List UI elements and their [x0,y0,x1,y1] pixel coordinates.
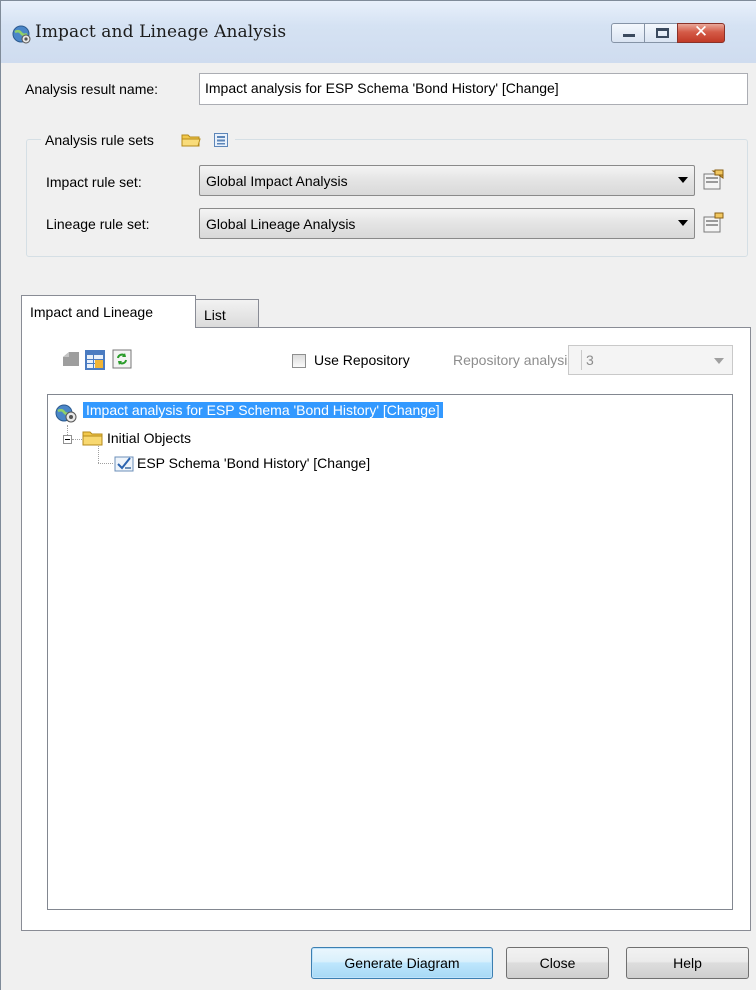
collapse-toggle[interactable] [63,435,72,444]
result-name-label: Analysis result name: [25,81,159,97]
tree-line [98,446,99,463]
rule-set-list-icon[interactable] [213,132,229,148]
close-button[interactable]: Close [506,947,609,979]
analysis-globe-icon [55,404,77,423]
impact-rule-set-value: Global Impact Analysis [206,173,348,189]
tab-list[interactable]: List [195,299,259,327]
folder-icon [82,431,103,446]
generate-diagram-button[interactable]: Generate Diagram [311,947,493,979]
chevron-down-icon [678,177,688,183]
rule-sets-legend: Analysis rule sets [41,129,235,151]
tree-item-node[interactable]: ESP Schema 'Bond History' [Change] [137,452,370,474]
tree-line [98,463,113,464]
dialog-window: Impact and Lineage Analysis ✕ Analysis r… [0,0,756,990]
rule-sets-group [26,139,748,257]
tree-root-label: Impact analysis for ESP Schema 'Bond His… [83,402,443,418]
maximize-button[interactable] [644,23,678,43]
use-repository-label: Use Repository [314,352,410,368]
rule-sets-label: Analysis rule sets [45,132,154,148]
close-window-button[interactable]: ✕ [677,22,725,43]
tree-line [72,439,82,440]
refresh-icon[interactable] [112,349,132,369]
result-name-input[interactable]: Impact analysis for ESP Schema 'Bond His… [199,73,748,105]
export-icon[interactable] [61,349,81,369]
repository-analysis-level-value: 3 [586,352,594,368]
repository-analysis-level-select[interactable]: 3 [568,345,733,375]
chevron-down-icon [714,358,724,364]
tree-root-node[interactable]: Impact analysis for ESP Schema 'Bond His… [83,399,443,421]
lineage-rule-set-value: Global Lineage Analysis [206,216,356,232]
generate-list-icon[interactable] [84,349,106,371]
impact-rule-set-select[interactable]: Global Impact Analysis [199,165,695,196]
impact-properties-icon[interactable] [701,168,727,192]
maximize-icon [656,28,669,38]
help-button[interactable]: Help [626,947,749,979]
use-repository-checkbox[interactable] [292,354,306,368]
chevron-down-icon [678,220,688,226]
minimize-button[interactable] [611,23,645,43]
spin-separator [581,350,582,370]
tab-impact-and-lineage[interactable]: Impact and Lineage [21,295,196,328]
minimize-icon [623,34,635,37]
lineage-rule-set-label: Lineage rule set: [46,216,150,232]
window-title: Impact and Lineage Analysis [35,22,287,42]
title-bar[interactable]: Impact and Lineage Analysis ✕ [1,1,756,63]
lineage-rule-set-select[interactable]: Global Lineage Analysis [199,208,695,239]
lineage-properties-icon[interactable] [701,211,727,235]
impact-rule-set-label: Impact rule set: [46,174,142,190]
checked-object-icon[interactable] [113,453,135,473]
close-icon: ✕ [693,22,709,42]
folder-open-icon[interactable] [181,132,201,148]
analysis-globe-icon [12,25,31,44]
tree-folder-node[interactable]: Initial Objects [107,427,191,449]
